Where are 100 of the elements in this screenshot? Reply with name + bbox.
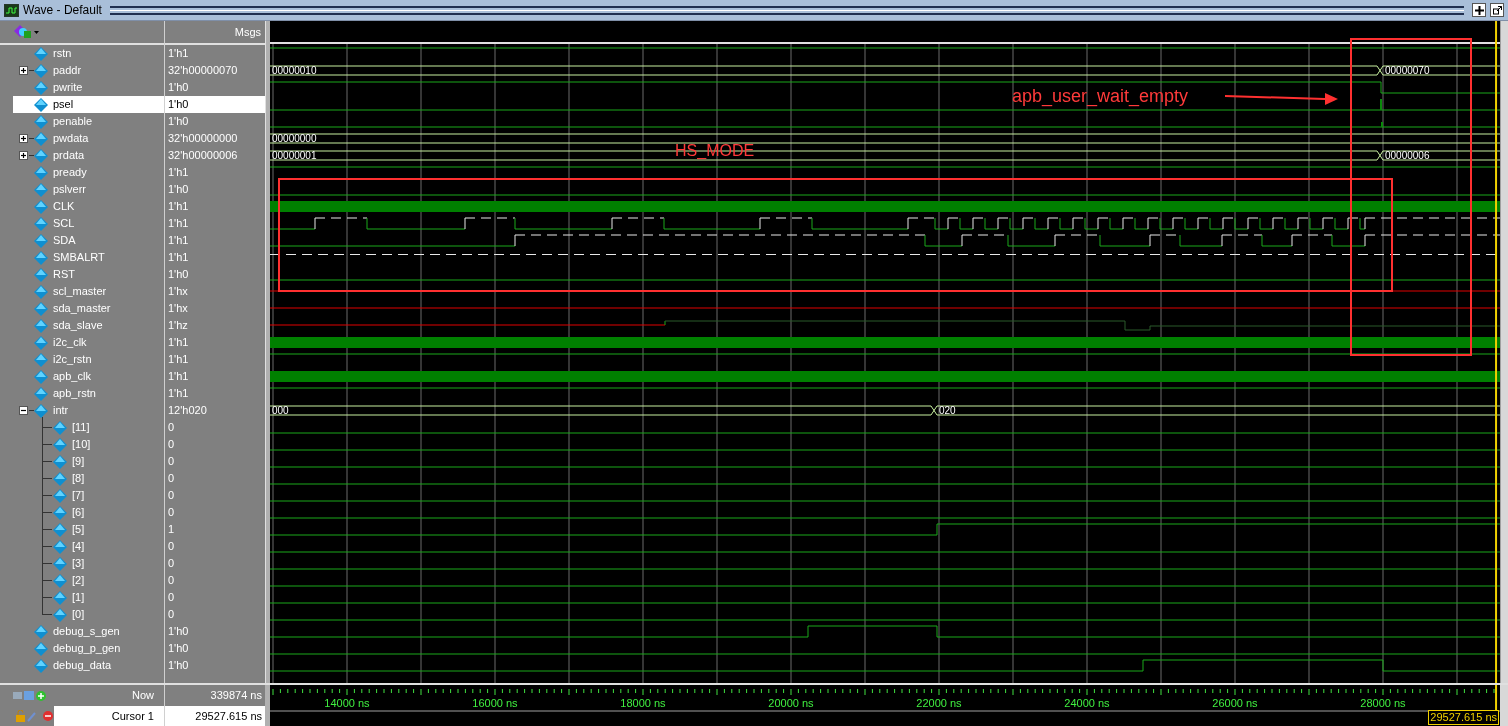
signal-name: [5] <box>72 522 85 538</box>
tools-dropdown[interactable] <box>14 25 39 39</box>
signal-icon <box>34 641 48 656</box>
signal-icon <box>34 386 48 401</box>
signal-icon <box>34 165 48 180</box>
caret-icon <box>34 30 39 34</box>
shapes-icon <box>14 25 32 39</box>
cursor-label: Cursor 1 <box>111 708 154 724</box>
cursor-line[interactable] <box>1495 21 1498 683</box>
undock-icon <box>1492 5 1502 15</box>
signal-name: SCL <box>53 216 75 232</box>
time-label: 22000 ns <box>916 697 962 709</box>
signal-value: 0 <box>168 607 175 623</box>
wave-window-icon <box>4 3 19 17</box>
signal-name: debug_data <box>53 658 112 674</box>
signal-icon <box>34 284 48 299</box>
plus-icon <box>20 67 27 74</box>
signal-icon <box>53 505 67 520</box>
signal-value: 1'h1 <box>168 369 189 385</box>
signal-icon <box>34 148 48 163</box>
signal-icon <box>53 556 67 571</box>
signal-name: [2] <box>72 573 85 589</box>
signal-value: 1'h0 <box>168 80 189 96</box>
signal-value: 1'h1 <box>168 386 189 402</box>
signal-name: pwdata <box>53 131 89 147</box>
signal-value: 1'h0 <box>168 114 189 130</box>
signal-value: 1'hx <box>168 284 188 300</box>
time-label: 24000 ns <box>1064 697 1110 709</box>
signal-name: [3] <box>72 556 85 572</box>
time-label: 16000 ns <box>472 697 518 709</box>
time-label: 14000 ns <box>324 697 370 709</box>
signal-name: pslverr <box>53 182 86 198</box>
signal-icon <box>53 573 67 588</box>
signal-icon <box>53 590 67 605</box>
vertical-scrollbar[interactable] <box>1500 21 1508 683</box>
signal-icon <box>53 488 67 503</box>
signal-name: rstn <box>53 46 72 62</box>
signal-icon <box>34 403 48 418</box>
signal-value: 0 <box>168 420 175 436</box>
signal-name: apb_rstn <box>53 386 96 402</box>
signal-icon <box>34 233 48 248</box>
signal-name: intr <box>53 403 69 419</box>
signal-icon <box>34 369 48 384</box>
signal-row[interactable]: psel <box>13 96 164 113</box>
signal-icon <box>34 318 48 333</box>
add-button[interactable] <box>1472 3 1486 17</box>
signal-name: pready <box>53 165 87 181</box>
signal-value: 12'h020 <box>168 403 207 419</box>
signal-name: paddr <box>53 63 82 79</box>
signal-value: 0 <box>168 488 175 504</box>
signal-name: sda_slave <box>53 318 103 334</box>
signal-name: debug_p_gen <box>53 641 121 657</box>
signal-icon <box>34 182 48 197</box>
signal-icon <box>34 352 48 367</box>
signal-icon <box>34 46 48 61</box>
signal-name: [6] <box>72 505 85 521</box>
now-time: 339874 ns <box>210 688 262 704</box>
signal-name: [0] <box>72 607 85 623</box>
signal-name: apb_clk <box>53 369 91 385</box>
time-label: 20000 ns <box>768 697 814 709</box>
signal-value: 1'h0 <box>168 97 189 113</box>
bus-value: 000 <box>272 405 289 416</box>
signal-icon <box>53 539 67 554</box>
signal-name: i2c_rstn <box>53 352 92 368</box>
lock-cursor-icon[interactable] <box>16 710 54 722</box>
signal-value: 1'h1 <box>168 46 189 62</box>
signal-value: 0 <box>168 590 175 606</box>
signal-name: prdata <box>53 148 85 164</box>
signal-value: 0 <box>168 454 175 470</box>
signal-value: 1'h0 <box>168 624 189 640</box>
signal-icon <box>34 658 48 673</box>
add-cursor-icon[interactable] <box>13 689 47 702</box>
signal-value: 1'hx <box>168 301 188 317</box>
collapse-toggle[interactable] <box>19 406 28 415</box>
cursor-time: 29527.615 ns <box>195 708 262 724</box>
signal-name: [7] <box>72 488 85 504</box>
signal-value: 0 <box>168 539 175 555</box>
undock-button[interactable] <box>1490 3 1504 17</box>
signal-name: SDA <box>53 233 76 249</box>
expand-toggle[interactable] <box>19 134 28 143</box>
signal-name: scl_master <box>53 284 107 300</box>
expand-toggle[interactable] <box>19 66 28 75</box>
bus-value: 00000006 <box>1385 150 1430 161</box>
signal-icon <box>53 420 67 435</box>
signal-icon <box>34 97 48 112</box>
signal-value: 1'h0 <box>168 182 189 198</box>
signal-value: 1'h1 <box>168 233 189 249</box>
annotation-label: apb_user_wait_empty <box>1012 86 1189 106</box>
annotation-label: HS_MODE <box>675 142 755 159</box>
bus-value: 00000001 <box>272 150 317 161</box>
time-label: 28000 ns <box>1360 697 1406 709</box>
signal-name: debug_s_gen <box>53 624 120 640</box>
signal-name: [4] <box>72 539 85 555</box>
cursor-line[interactable] <box>1495 685 1498 712</box>
signal-name: sda_master <box>53 301 111 317</box>
signal-value: 32'h00000006 <box>168 148 238 164</box>
expand-toggle[interactable] <box>19 151 28 160</box>
signal-name: CLK <box>53 199 75 215</box>
cursor-marker[interactable]: 29527.615 ns <box>1428 710 1499 725</box>
plus-icon <box>20 135 27 142</box>
